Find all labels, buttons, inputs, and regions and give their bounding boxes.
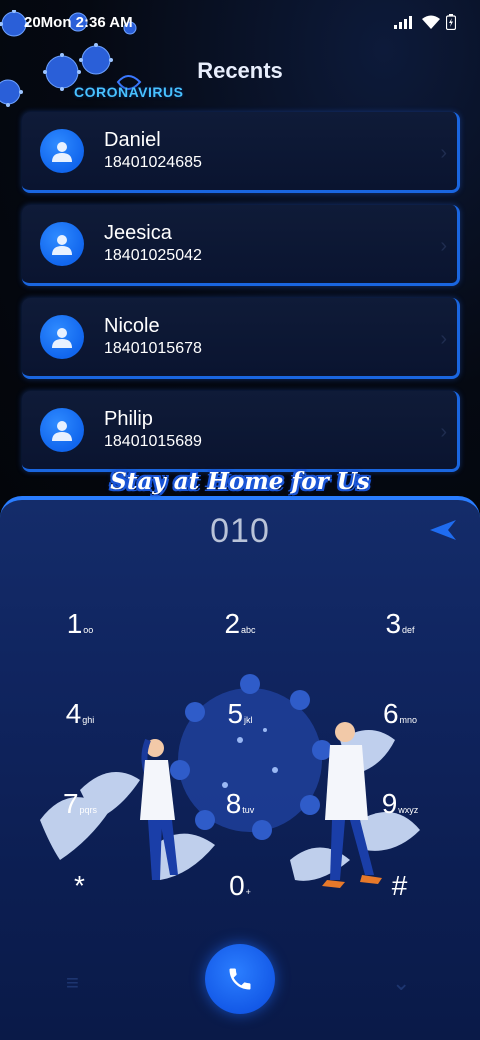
stay-home-banner: Stay at Home for Us bbox=[110, 468, 370, 495]
wifi-icon bbox=[422, 15, 440, 29]
person-icon bbox=[40, 315, 84, 359]
phone-icon bbox=[229, 968, 251, 990]
contact-name: Nicole bbox=[104, 315, 160, 337]
key-letters: wxyz bbox=[398, 805, 419, 815]
chevron-right-icon: › bbox=[440, 328, 447, 350]
contact-number: 18401015678 bbox=[104, 340, 202, 357]
key-letters: abc bbox=[241, 625, 256, 635]
key-digit: 7 bbox=[62, 788, 79, 819]
key-digit: * bbox=[74, 870, 85, 901]
key-letters: def bbox=[402, 625, 415, 635]
key-star[interactable]: * bbox=[35, 870, 125, 930]
key-letters: pqrs bbox=[79, 805, 98, 815]
chevron-right-icon: › bbox=[440, 421, 447, 443]
chevron-right-icon: › bbox=[440, 235, 447, 257]
contact-card-nicole[interactable]: Nicole 18401015678 › bbox=[22, 298, 460, 379]
key-digit: 8 bbox=[225, 788, 242, 819]
call-button[interactable] bbox=[205, 944, 275, 1014]
key-0[interactable]: 0+ bbox=[195, 870, 285, 930]
signal-icon bbox=[394, 16, 412, 29]
collapse-icon[interactable]: ⌄ bbox=[392, 970, 410, 996]
key-digit: 1 bbox=[66, 608, 83, 639]
key-digit: # bbox=[391, 870, 408, 901]
key-digit: 9 bbox=[381, 788, 398, 819]
contact-number: 18401025042 bbox=[104, 247, 202, 264]
key-letters: mno bbox=[399, 715, 418, 725]
contact-number: 18401024685 bbox=[104, 154, 202, 171]
contact-name: Philip bbox=[104, 408, 153, 430]
status-icons bbox=[394, 14, 456, 30]
key-letters: + bbox=[245, 887, 251, 897]
key-letters: jkl bbox=[244, 715, 253, 725]
key-7[interactable]: 7pqrs bbox=[35, 788, 125, 848]
contact-card-philip[interactable]: Philip 18401015689 › bbox=[22, 391, 460, 472]
contact-name: Daniel bbox=[104, 129, 161, 151]
key-2[interactable]: 2abc bbox=[195, 608, 285, 668]
chevron-right-icon: › bbox=[440, 142, 447, 164]
recents-list: Daniel 18401024685 › Jeesica 18401025042… bbox=[22, 112, 460, 484]
contact-card-daniel[interactable]: Daniel 18401024685 › bbox=[22, 112, 460, 193]
battery-icon bbox=[446, 14, 456, 30]
status-bar: 20Mon 2:36 AM bbox=[0, 0, 480, 44]
key-9[interactable]: 9wxyz bbox=[355, 788, 445, 848]
key-5[interactable]: 5jkl bbox=[195, 698, 285, 758]
key-letters: tuv bbox=[242, 805, 255, 815]
voicemail-icon: ᴏᴏ bbox=[83, 625, 94, 635]
menu-icon[interactable]: ≡ bbox=[66, 970, 79, 996]
coronavirus-logo: CORONAVIRUS bbox=[74, 84, 184, 100]
key-digit: 5 bbox=[227, 698, 244, 729]
dialer-panel: 010 1ᴏᴏ 2abc 3def 4ghi 5jkl 6mno 7pqrs 8… bbox=[0, 496, 480, 1040]
backspace-icon[interactable] bbox=[430, 518, 456, 542]
page-title: Recents bbox=[197, 58, 283, 83]
contact-name: Jeesica bbox=[104, 222, 172, 244]
key-digit: 6 bbox=[382, 698, 399, 729]
dialed-number: 010 bbox=[210, 512, 270, 550]
person-icon bbox=[40, 129, 84, 173]
key-6[interactable]: 6mno bbox=[355, 698, 445, 758]
status-time: 20Mon 2:36 AM bbox=[24, 13, 133, 31]
person-icon bbox=[40, 222, 84, 266]
contact-number: 18401015689 bbox=[104, 433, 202, 450]
person-icon bbox=[40, 408, 84, 452]
key-digit: 4 bbox=[65, 698, 82, 729]
key-letters: ghi bbox=[82, 715, 95, 725]
contact-card-jeesica[interactable]: Jeesica 18401025042 › bbox=[22, 205, 460, 286]
key-digit: 2 bbox=[224, 608, 241, 639]
key-3[interactable]: 3def bbox=[355, 608, 445, 668]
key-digit: 0 bbox=[229, 870, 245, 901]
key-hash[interactable]: # bbox=[355, 870, 445, 930]
key-8[interactable]: 8tuv bbox=[195, 788, 285, 848]
key-4[interactable]: 4ghi bbox=[35, 698, 125, 758]
key-digit: 3 bbox=[385, 608, 402, 639]
key-1[interactable]: 1ᴏᴏ bbox=[35, 608, 125, 668]
